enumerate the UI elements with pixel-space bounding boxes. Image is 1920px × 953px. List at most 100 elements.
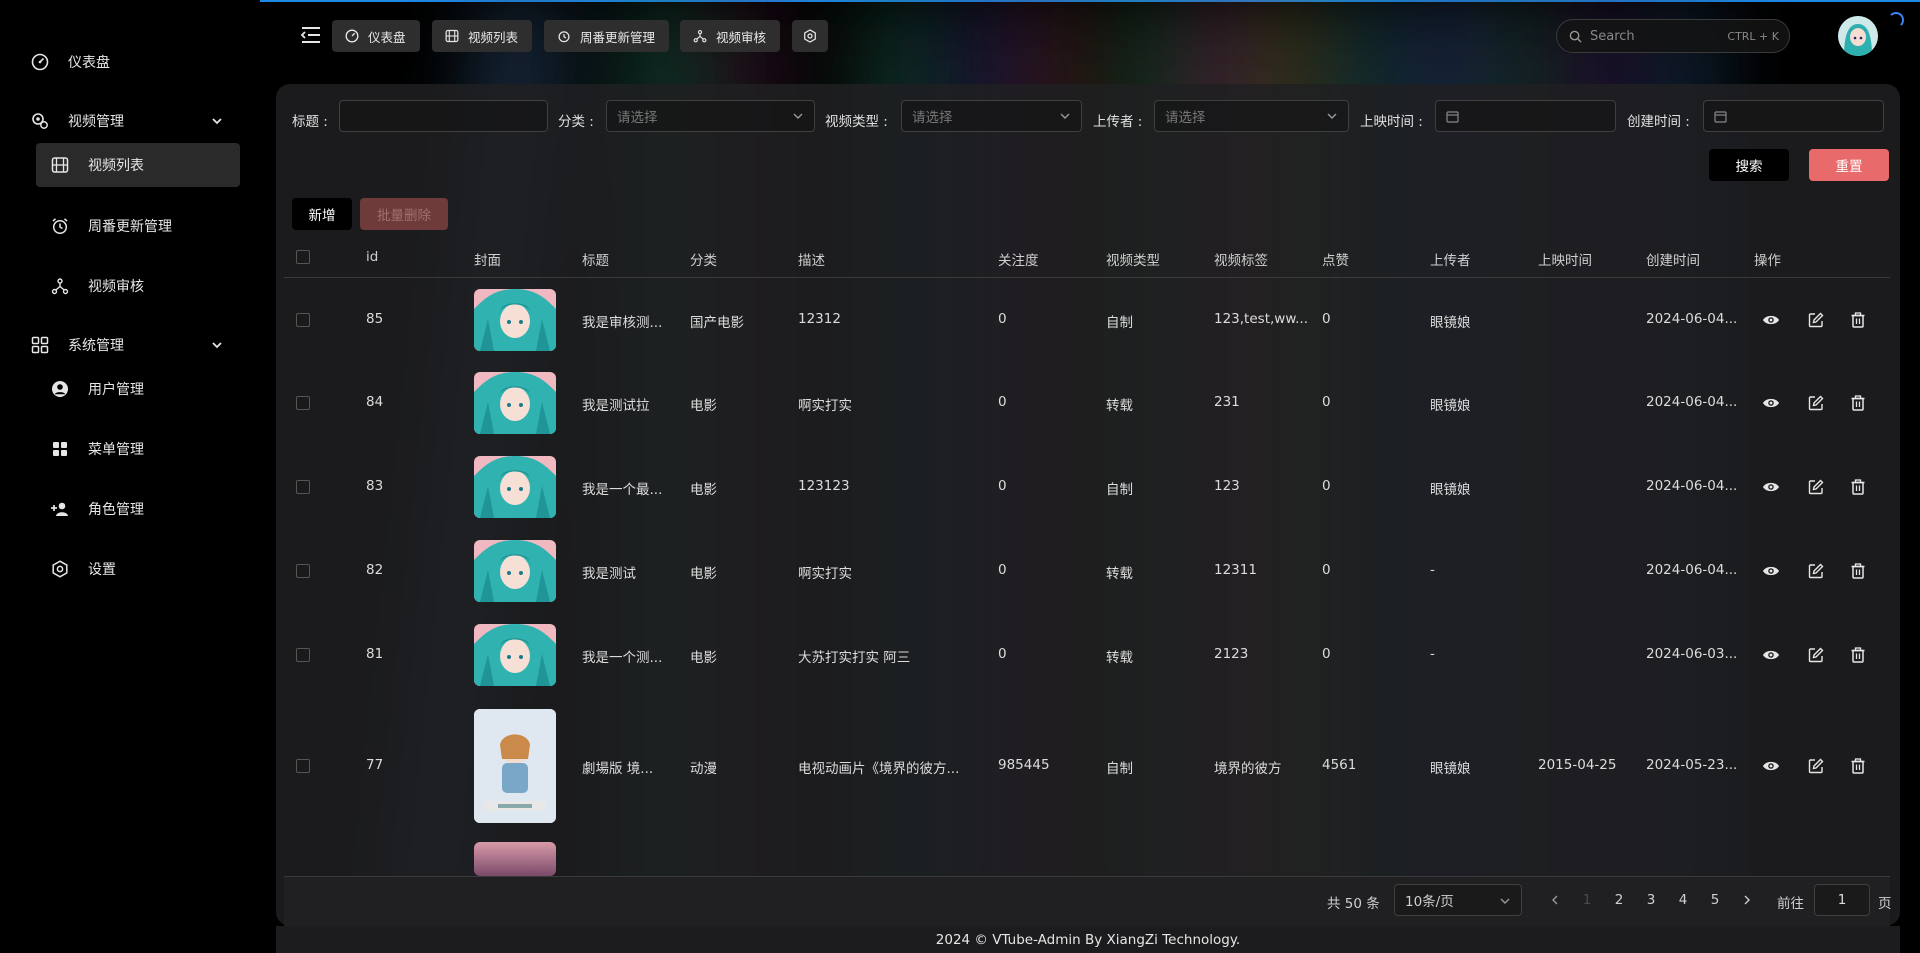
- filter-type-select[interactable]: 请选择: [901, 100, 1082, 132]
- chevron-down-icon[interactable]: [210, 114, 224, 128]
- edit-icon[interactable]: [1807, 646, 1825, 664]
- header: 仪表盘 视频列表 周番更新管理 视频审核 CTRL + K: [260, 0, 1920, 72]
- cover-thumbnail[interactable]: [474, 624, 556, 686]
- global-search[interactable]: CTRL + K: [1556, 19, 1790, 53]
- view-eye-icon[interactable]: [1762, 311, 1780, 329]
- sidebar-item-weekly-update[interactable]: 周番更新管理: [36, 204, 240, 248]
- view-eye-icon[interactable]: [1762, 757, 1780, 775]
- delete-trash-icon[interactable]: [1849, 562, 1867, 580]
- tab-weekly-update[interactable]: 周番更新管理: [544, 20, 670, 52]
- tab-label: 仪表盘: [368, 29, 406, 45]
- avatar[interactable]: [1838, 16, 1878, 56]
- tab-video-review[interactable]: 视频审核: [680, 20, 781, 52]
- tab-video-list[interactable]: 视频列表: [432, 20, 533, 52]
- tab-dashboard[interactable]: 仪表盘: [332, 20, 420, 52]
- cover-thumbnail[interactable]: [474, 540, 556, 602]
- search-input[interactable]: [1590, 28, 1728, 44]
- cell-id: 82: [366, 562, 384, 578]
- view-eye-icon[interactable]: [1762, 646, 1780, 664]
- page-number-5[interactable]: 5: [1702, 884, 1728, 916]
- row-checkbox[interactable]: [296, 759, 310, 773]
- page-number-4[interactable]: 4: [1670, 884, 1696, 916]
- row-checkbox[interactable]: [296, 396, 310, 410]
- select-all-checkbox[interactable]: [296, 250, 310, 264]
- col-header-release: 上映时间: [1538, 253, 1592, 269]
- select-placeholder: 请选择: [912, 110, 953, 126]
- col-header-category: 分类: [690, 253, 717, 269]
- tab-label: 视频审核: [716, 29, 767, 45]
- sidebar-item-role-management[interactable]: 角色管理: [36, 487, 240, 531]
- search-button[interactable]: 搜索: [1709, 149, 1789, 181]
- filter-title-input[interactable]: [339, 100, 548, 132]
- cover-thumbnail[interactable]: [474, 842, 556, 876]
- view-eye-icon[interactable]: [1762, 562, 1780, 580]
- cell-description: 啊实打实: [798, 566, 852, 582]
- cell-category: 国产电影: [690, 315, 744, 331]
- sidebar-item-video-list[interactable]: 视频列表: [36, 143, 240, 187]
- filter-category-select[interactable]: 请选择: [606, 100, 815, 132]
- row-checkbox[interactable]: [296, 564, 310, 578]
- edit-icon[interactable]: [1807, 394, 1825, 412]
- row-checkbox[interactable]: [296, 313, 310, 327]
- chevron-down-icon: [1500, 898, 1510, 904]
- cover-thumbnail[interactable]: [474, 456, 556, 518]
- cell-category: 电影: [690, 650, 717, 666]
- edit-icon[interactable]: [1807, 478, 1825, 496]
- page-number-1[interactable]: 1: [1574, 884, 1600, 916]
- cell-uploader: -: [1430, 562, 1435, 578]
- loading-spinner-icon: [1888, 12, 1904, 28]
- edit-icon[interactable]: [1807, 311, 1825, 329]
- cover-thumbnail[interactable]: [474, 372, 556, 434]
- sidebar-group-system[interactable]: 系统管理: [30, 327, 124, 363]
- view-eye-icon[interactable]: [1762, 394, 1780, 412]
- sidebar-item-video-review[interactable]: 视频审核: [36, 264, 240, 308]
- delete-trash-icon[interactable]: [1849, 646, 1867, 664]
- cell-description: 123123: [798, 478, 850, 494]
- dashboard-icon: [344, 28, 360, 44]
- tab-settings[interactable]: [792, 20, 828, 52]
- menu-toggle-icon[interactable]: [300, 25, 322, 45]
- goto-page-input[interactable]: [1814, 884, 1870, 916]
- sidebar-item-dashboard[interactable]: 仪表盘: [30, 44, 110, 80]
- batch-delete-button[interactable]: 批量删除: [360, 198, 448, 230]
- view-eye-icon[interactable]: [1762, 478, 1780, 496]
- cell-likes: 4561: [1322, 757, 1357, 773]
- prev-page-button[interactable]: [1542, 884, 1568, 916]
- page-number-2[interactable]: 2: [1606, 884, 1632, 916]
- sidebar-item-settings[interactable]: 设置: [36, 547, 240, 591]
- chevron-down-icon[interactable]: [210, 338, 224, 352]
- reset-button[interactable]: 重置: [1809, 149, 1889, 181]
- cell-id: 84: [366, 394, 384, 410]
- edit-icon[interactable]: [1807, 757, 1825, 775]
- cell-created: 2024-06-04...: [1646, 394, 1738, 410]
- delete-trash-icon[interactable]: [1849, 394, 1867, 412]
- add-button[interactable]: 新增: [292, 198, 352, 230]
- delete-trash-icon[interactable]: [1849, 757, 1867, 775]
- cover-thumbnail[interactable]: [474, 709, 556, 823]
- cell-follow: 0: [998, 562, 1007, 578]
- cover-thumbnail[interactable]: [474, 289, 556, 351]
- settings-hex-icon: [802, 28, 818, 44]
- cell-likes: 0: [1322, 646, 1331, 662]
- sidebar-item-user-management[interactable]: 用户管理: [36, 367, 240, 411]
- cell-uploader: -: [1430, 646, 1435, 662]
- sidebar-group-video[interactable]: 视频管理: [30, 103, 124, 139]
- select-placeholder: 请选择: [617, 110, 658, 126]
- delete-trash-icon[interactable]: [1849, 478, 1867, 496]
- sidebar-item-menu-management[interactable]: 菜单管理: [36, 427, 240, 471]
- col-header-uploader: 上传者: [1430, 253, 1471, 269]
- cell-title: 我是测试: [582, 566, 636, 582]
- edit-icon[interactable]: [1807, 562, 1825, 580]
- delete-trash-icon[interactable]: [1849, 311, 1867, 329]
- filter-created-datepicker[interactable]: [1703, 100, 1884, 132]
- page-number-3[interactable]: 3: [1638, 884, 1664, 916]
- tab-label: 视频列表: [468, 29, 519, 45]
- cell-description: 12312: [798, 311, 841, 327]
- filter-uploader-select[interactable]: 请选择: [1154, 100, 1349, 132]
- grid-apps-icon: [30, 335, 50, 355]
- filter-release-datepicker[interactable]: [1435, 100, 1616, 132]
- row-checkbox[interactable]: [296, 648, 310, 662]
- row-checkbox[interactable]: [296, 480, 310, 494]
- next-page-button[interactable]: [1734, 884, 1760, 916]
- page-size-select[interactable]: 10条/页: [1394, 884, 1522, 916]
